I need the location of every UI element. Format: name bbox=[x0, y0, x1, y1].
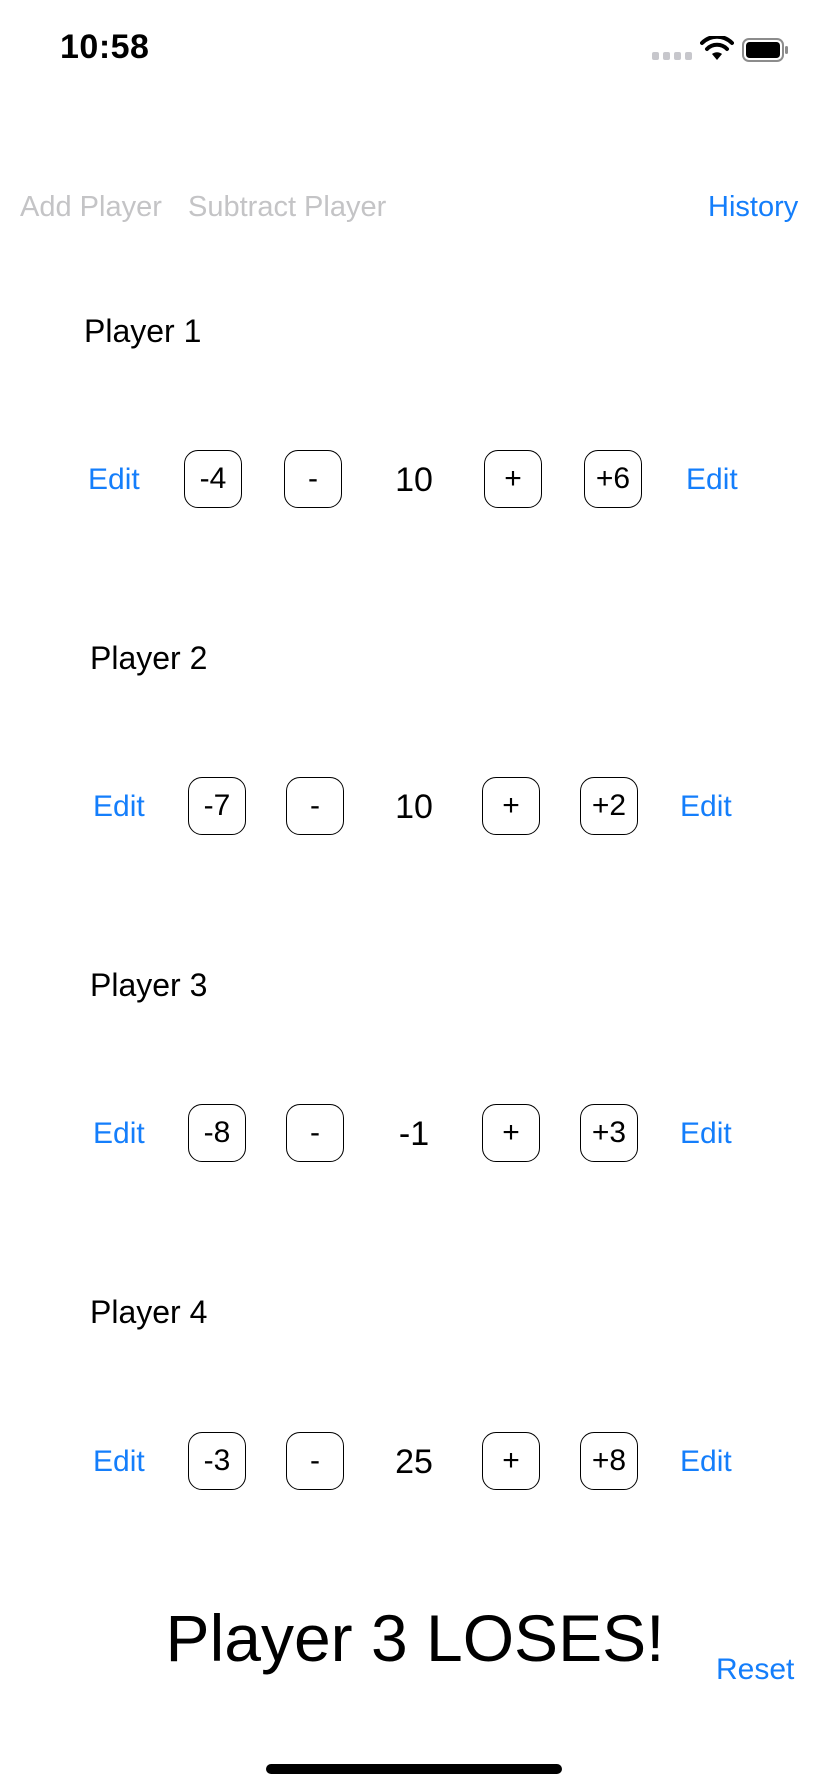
edit-right-button[interactable]: Edit bbox=[680, 1116, 732, 1152]
reset-button[interactable]: Reset bbox=[716, 1652, 794, 1688]
edit-right-button[interactable]: Edit bbox=[686, 462, 738, 498]
battery-icon bbox=[742, 38, 788, 62]
big-increment-button[interactable]: +2 bbox=[580, 777, 638, 835]
big-decrement-button[interactable]: -4 bbox=[184, 450, 242, 508]
player-score: 10 bbox=[395, 461, 433, 499]
player-name: Player 4 bbox=[90, 1294, 208, 1330]
big-decrement-button[interactable]: -7 bbox=[188, 777, 246, 835]
increment-button[interactable]: + bbox=[484, 450, 542, 508]
decrement-button[interactable]: - bbox=[286, 1104, 344, 1162]
cellular-signal-icon bbox=[652, 52, 692, 62]
increment-button[interactable]: + bbox=[482, 777, 540, 835]
decrement-button[interactable]: - bbox=[286, 777, 344, 835]
increment-button[interactable]: + bbox=[482, 1432, 540, 1490]
player-name: Player 2 bbox=[90, 640, 208, 676]
big-decrement-button[interactable]: -8 bbox=[188, 1104, 246, 1162]
player-name: Player 1 bbox=[84, 313, 202, 349]
history-button[interactable]: History bbox=[708, 190, 798, 224]
big-increment-button[interactable]: +3 bbox=[580, 1104, 638, 1162]
decrement-button[interactable]: - bbox=[284, 450, 342, 508]
big-increment-button[interactable]: +6 bbox=[584, 450, 642, 508]
big-decrement-button[interactable]: -3 bbox=[188, 1432, 246, 1490]
add-player-button[interactable]: Add Player bbox=[20, 190, 162, 224]
status-time: 10:58 bbox=[60, 28, 150, 66]
player-name: Player 3 bbox=[90, 967, 208, 1003]
home-indicator bbox=[266, 1764, 562, 1774]
decrement-button[interactable]: - bbox=[286, 1432, 344, 1490]
edit-left-button[interactable]: Edit bbox=[93, 1444, 145, 1480]
edit-left-button[interactable]: Edit bbox=[88, 462, 140, 498]
result-message: Player 3 LOSES! bbox=[165, 1601, 665, 1675]
edit-left-button[interactable]: Edit bbox=[93, 1116, 145, 1152]
increment-button[interactable]: + bbox=[482, 1104, 540, 1162]
subtract-player-button[interactable]: Subtract Player bbox=[188, 190, 386, 224]
wifi-icon bbox=[700, 36, 734, 60]
edit-left-button[interactable]: Edit bbox=[93, 789, 145, 825]
player-score: 10 bbox=[395, 788, 433, 826]
edit-right-button[interactable]: Edit bbox=[680, 789, 732, 825]
edit-right-button[interactable]: Edit bbox=[680, 1444, 732, 1480]
player-score: -1 bbox=[398, 1115, 430, 1153]
big-increment-button[interactable]: +8 bbox=[580, 1432, 638, 1490]
player-score: 25 bbox=[395, 1443, 433, 1481]
